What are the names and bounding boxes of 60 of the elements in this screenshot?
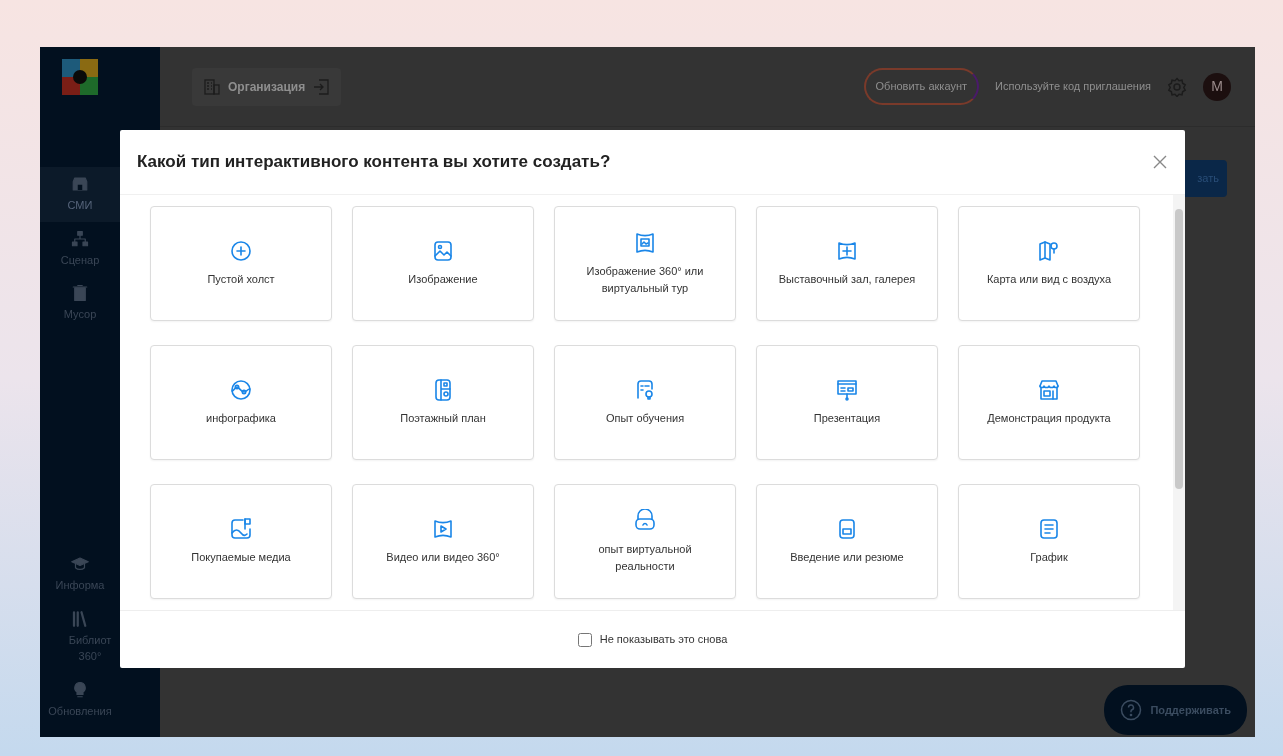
library-icon <box>71 609 89 628</box>
card-label: Пустой холст <box>207 272 275 288</box>
card-label: Изображение <box>408 272 478 288</box>
card-label: Покупаемые медиа <box>191 550 291 566</box>
card-label: Выставочный зал, галерея <box>778 272 916 288</box>
content-type-card[interactable]: Изображение 360° или виртуальный тур <box>554 206 736 321</box>
content-type-card[interactable]: Поэтажный план <box>352 345 534 460</box>
content-type-card[interactable]: График <box>958 484 1140 599</box>
scrollbar[interactable] <box>1173 195 1185 610</box>
content-type-card[interactable]: Презентация <box>756 345 938 460</box>
dont-show-checkbox[interactable] <box>577 632 592 647</box>
organization-button[interactable]: Организация <box>192 67 342 106</box>
content-type-card[interactable]: Опыт обучения <box>554 345 736 460</box>
content-type-card[interactable]: Пустой холст <box>150 206 332 321</box>
graduation-cap-icon <box>71 555 89 573</box>
plus-circle-icon <box>229 239 253 264</box>
infographic-icon <box>229 378 253 403</box>
store-icon <box>71 175 89 193</box>
lightbulb-icon <box>71 680 89 699</box>
card-label: Карта или вид с воздуха <box>986 272 1112 288</box>
dont-show-label[interactable]: Не показывать это снова <box>599 631 728 648</box>
close-button[interactable] <box>1152 154 1168 170</box>
card-label: Введение или резюме <box>790 550 904 566</box>
trash-icon <box>71 284 89 302</box>
card-label: Демонстрация продукта <box>987 411 1111 427</box>
content-type-card[interactable]: Видео или видео 360° <box>352 484 534 599</box>
card-label: опыт виртуальной реальности <box>597 542 693 574</box>
content-type-card[interactable]: Демонстрация продукта <box>958 345 1140 460</box>
card-label: Поэтажный план <box>400 411 486 427</box>
vr-headset-icon <box>633 509 657 533</box>
exit-icon <box>313 78 330 95</box>
card-label: инфографика <box>206 411 276 427</box>
list-document-icon <box>1037 517 1061 542</box>
close-icon <box>1152 154 1168 170</box>
card-label: Опыт обучения <box>605 411 685 427</box>
app-logo[interactable] <box>62 59 98 95</box>
building-icon <box>204 78 220 95</box>
panorama-icon <box>633 231 657 255</box>
content-type-card[interactable]: Выставочный зал, галерея <box>756 206 938 321</box>
card-label: Изображение 360° или виртуальный тур <box>585 264 705 296</box>
card-label: Презентация <box>813 411 881 427</box>
help-icon <box>1120 699 1143 721</box>
content-type-card[interactable]: опыт виртуальной реальности <box>554 484 736 599</box>
media-image-icon <box>229 517 253 542</box>
dialog-title: Какой тип интерактивного контента вы хотите создать? <box>137 151 611 173</box>
content-type-card[interactable]: Покупаемые медиа <box>150 484 332 599</box>
content-type-card[interactable]: Карта или вид с воздуха <box>958 206 1140 321</box>
content-type-card[interactable]: Введение или резюме <box>756 484 938 599</box>
card-label: График <box>1030 550 1068 566</box>
content-type-card[interactable]: инфографика <box>150 345 332 460</box>
storefront-icon <box>1037 378 1061 403</box>
card-label: Видео или видео 360° <box>386 550 500 566</box>
content-type-card[interactable]: Изображение <box>352 206 534 321</box>
upgrade-account-button[interactable]: Обновить аккаунт <box>863 68 979 105</box>
presentation-icon <box>835 378 859 403</box>
invite-code-link[interactable]: Используйте код приглашения <box>995 78 1151 95</box>
map-pin-icon <box>1037 239 1061 264</box>
hierarchy-icon <box>71 229 89 248</box>
user-avatar[interactable]: M <box>1203 72 1231 101</box>
image-icon <box>431 239 455 264</box>
